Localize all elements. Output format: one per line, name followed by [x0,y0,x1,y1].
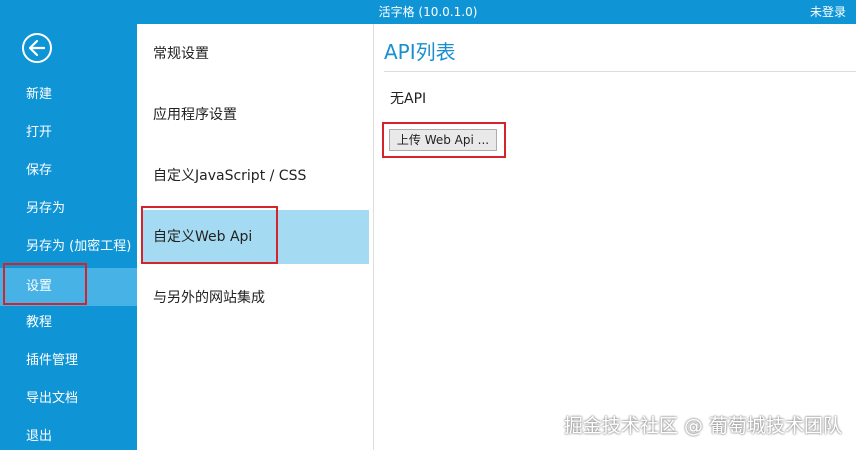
page-title: API列表 [384,40,456,64]
window-title: 活字格 (10.0.1.0) [378,5,478,19]
category-general-settings[interactable]: 常规设置 [141,27,369,81]
watermark-text: 掘金技术社区 @ 葡萄城技术团队 [563,415,842,437]
nav-item-new[interactable]: 新建 [0,80,137,110]
nav-item-export-docs[interactable]: 导出文档 [0,384,137,414]
nav-item-tutorials[interactable]: 教程 [0,308,137,338]
upload-web-api-button[interactable]: 上传 Web Api ... [389,129,497,151]
title-bar: 活字格 (10.0.1.0) 未登录 [0,0,856,24]
empty-state-text: 无API [390,91,427,107]
category-custom-web-api[interactable]: 自定义Web Api [141,210,369,264]
nav-item-save[interactable]: 保存 [0,156,137,186]
category-custom-js-css[interactable]: 自定义JavaScript / CSS [141,149,369,203]
settings-category-list: 常规设置 应用程序设置 自定义JavaScript / CSS 自定义Web A… [137,24,374,450]
login-status-link[interactable]: 未登录 [810,0,846,24]
title-divider [384,71,856,72]
back-button[interactable] [22,33,52,63]
nav-item-exit[interactable]: 退出 [0,422,137,452]
category-application-settings[interactable]: 应用程序设置 [141,88,369,142]
nav-item-settings[interactable]: 设置 [0,268,137,306]
back-arrow-icon [28,39,46,57]
category-website-integration[interactable]: 与另外的网站集成 [141,271,369,325]
nav-item-save-as[interactable]: 另存为 [0,194,137,224]
backstage-navigation: 新建 打开 保存 另存为 另存为 (加密工程) 设置 教程 插件管理 导出文档 … [0,24,137,450]
api-list-panel: API列表 无API 上传 Web Api ... [374,24,856,450]
nav-item-plugin-management[interactable]: 插件管理 [0,346,137,376]
nav-item-open[interactable]: 打开 [0,118,137,148]
nav-item-save-as-encrypted[interactable]: 另存为 (加密工程) [0,232,137,262]
